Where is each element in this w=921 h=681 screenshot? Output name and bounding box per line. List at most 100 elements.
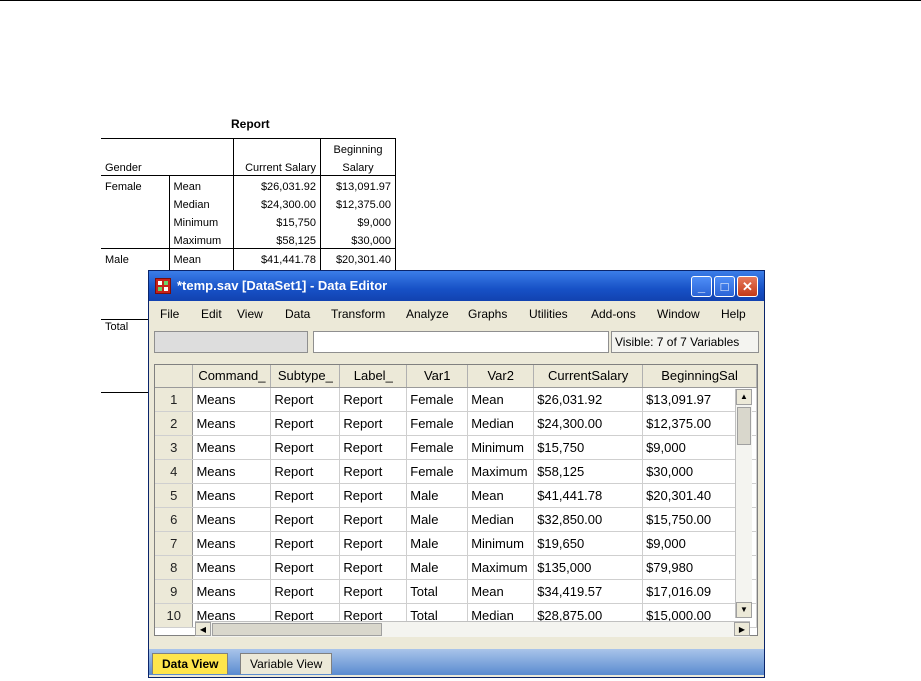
menu-analyze[interactable]: Analyze <box>406 307 449 321</box>
menu-edit[interactable]: Edit <box>201 307 222 321</box>
horizontal-scroll-thumb[interactable] <box>212 623 382 636</box>
data-cell[interactable]: Means <box>192 579 272 604</box>
data-cell[interactable]: Means <box>192 507 272 532</box>
row-number[interactable]: 2 <box>155 411 194 436</box>
data-cell[interactable]: $58,125 <box>533 459 644 484</box>
data-cell[interactable]: Report <box>270 531 341 556</box>
data-cell[interactable]: Means <box>192 387 272 412</box>
tab-variable-view[interactable]: Variable View <box>240 653 333 674</box>
data-cell[interactable]: Means <box>192 531 272 556</box>
data-cell[interactable]: Female <box>406 411 469 436</box>
row-number[interactable]: 6 <box>155 507 194 532</box>
menu-view[interactable]: View <box>237 307 263 321</box>
data-cell[interactable]: Male <box>406 531 469 556</box>
table-row[interactable]: 4 Means Report Report Female Maximum $58,125 $3… <box>155 459 757 484</box>
table-row[interactable]: 7 Means Report Report Male Minimum $19,650 $9,0… <box>155 531 757 556</box>
scroll-right-arrow-icon[interactable]: ▶ <box>734 622 750 636</box>
data-cell[interactable]: Median <box>467 411 535 436</box>
data-cell[interactable]: Mean <box>467 387 535 412</box>
data-cell[interactable]: Maximum <box>467 555 535 580</box>
menu-help[interactable]: Help <box>721 307 746 321</box>
column-header[interactable]: Var1 <box>406 365 469 388</box>
data-cell[interactable]: Minimum <box>467 435 535 460</box>
data-cell[interactable]: $26,031.92 <box>533 387 644 412</box>
menu-file[interactable]: File <box>160 307 179 321</box>
data-table[interactable]: Command_ Subtype_ Label_ Var1 Var2 Curre… <box>155 365 757 628</box>
table-row[interactable]: 9 Means Report Report Total Mean $34,419.57 $17… <box>155 579 757 604</box>
data-cell[interactable]: Report <box>270 459 341 484</box>
data-cell[interactable]: Female <box>406 435 469 460</box>
data-cell[interactable]: Total <box>406 579 469 604</box>
data-cell[interactable]: Report <box>270 387 341 412</box>
data-cell[interactable]: Mean <box>467 579 535 604</box>
data-cell[interactable]: Report <box>270 411 341 436</box>
data-cell[interactable]: $15,750 <box>533 435 644 460</box>
cell-reference-box[interactable] <box>154 331 308 353</box>
data-cell[interactable]: Median <box>467 507 535 532</box>
menu-data[interactable]: Data <box>285 307 310 321</box>
data-cell[interactable]: $32,850.00 <box>533 507 644 532</box>
data-cell[interactable]: Female <box>406 459 469 484</box>
data-cell[interactable]: Means <box>192 435 272 460</box>
menu-window[interactable]: Window <box>657 307 700 321</box>
data-cell[interactable]: Male <box>406 555 469 580</box>
data-cell[interactable]: Means <box>192 483 272 508</box>
data-cell[interactable]: Report <box>339 507 408 532</box>
data-cell[interactable]: $24,300.00 <box>533 411 644 436</box>
maximize-button[interactable]: □ <box>714 276 735 297</box>
data-cell[interactable]: Female <box>406 387 469 412</box>
menu-graphs[interactable]: Graphs <box>468 307 507 321</box>
data-cell[interactable]: Report <box>270 483 341 508</box>
data-cell[interactable]: Report <box>339 555 408 580</box>
row-number[interactable]: 7 <box>155 531 194 556</box>
column-header[interactable]: Label_ <box>339 365 408 388</box>
data-cell[interactable]: $41,441.78 <box>533 483 644 508</box>
column-header[interactable]: BeginningSal <box>642 365 757 388</box>
column-header[interactable]: Subtype_ <box>270 365 341 388</box>
row-number[interactable]: 9 <box>155 579 194 604</box>
corner-cell[interactable] <box>155 365 194 388</box>
tab-data-view[interactable]: Data View <box>152 653 229 674</box>
row-number[interactable]: 3 <box>155 435 194 460</box>
data-cell[interactable]: Minimum <box>467 531 535 556</box>
data-cell[interactable]: Report <box>339 531 408 556</box>
table-row[interactable]: 5 Means Report Report Male Mean $41,441.78 $20,… <box>155 483 757 508</box>
data-cell[interactable]: Means <box>192 411 272 436</box>
table-row[interactable]: 2 Means Report Report Female Median $24,300.00… <box>155 411 757 436</box>
data-cell[interactable]: Male <box>406 507 469 532</box>
data-cell[interactable]: Report <box>270 555 341 580</box>
data-cell[interactable]: $135,000 <box>533 555 644 580</box>
column-header[interactable]: CurrentSalary <box>533 365 644 388</box>
data-cell[interactable]: Means <box>192 459 272 484</box>
row-number[interactable]: 4 <box>155 459 194 484</box>
data-cell[interactable]: Report <box>270 579 341 604</box>
data-cell[interactable]: $19,650 <box>533 531 644 556</box>
row-number[interactable]: 5 <box>155 483 194 508</box>
data-cell[interactable]: Mean <box>467 483 535 508</box>
data-cell[interactable]: Report <box>339 579 408 604</box>
close-button[interactable]: ✕ <box>737 276 758 297</box>
row-number[interactable]: 1 <box>155 387 194 412</box>
table-row[interactable]: 8 Means Report Report Male Maximum $135,000 $79… <box>155 555 757 580</box>
table-row[interactable]: 6 Means Report Report Male Median $32,850.00 $1… <box>155 507 757 532</box>
data-cell[interactable]: Means <box>192 555 272 580</box>
data-cell[interactable]: $34,419.57 <box>533 579 644 604</box>
column-header[interactable]: Command_ <box>192 365 272 388</box>
data-cell[interactable]: Report <box>270 507 341 532</box>
row-number[interactable]: 8 <box>155 555 194 580</box>
menu-addons[interactable]: Add-ons <box>591 307 636 321</box>
cell-value-editor[interactable] <box>313 331 609 353</box>
scroll-up-arrow-icon[interactable]: ▲ <box>736 389 752 405</box>
title-bar[interactable]: *temp.sav [DataSet1] - Data Editor _ □ ✕ <box>149 271 764 301</box>
data-editor-window[interactable]: *temp.sav [DataSet1] - Data Editor _ □ ✕… <box>148 270 765 678</box>
data-cell[interactable]: Report <box>339 435 408 460</box>
data-cell[interactable]: Male <box>406 483 469 508</box>
vertical-scroll-thumb[interactable] <box>737 407 751 445</box>
scroll-left-arrow-icon[interactable]: ◀ <box>195 622 211 636</box>
table-row[interactable]: 1 Means Report Report Female Mean $26,031.92 $1… <box>155 387 757 412</box>
vertical-scrollbar[interactable]: ▲ ▼ <box>735 389 752 618</box>
table-row[interactable]: 3 Means Report Report Female Minimum $15,750 $9… <box>155 435 757 460</box>
menu-utilities[interactable]: Utilities <box>529 307 568 321</box>
data-cell[interactable]: Report <box>270 435 341 460</box>
menu-transform[interactable]: Transform <box>331 307 385 321</box>
